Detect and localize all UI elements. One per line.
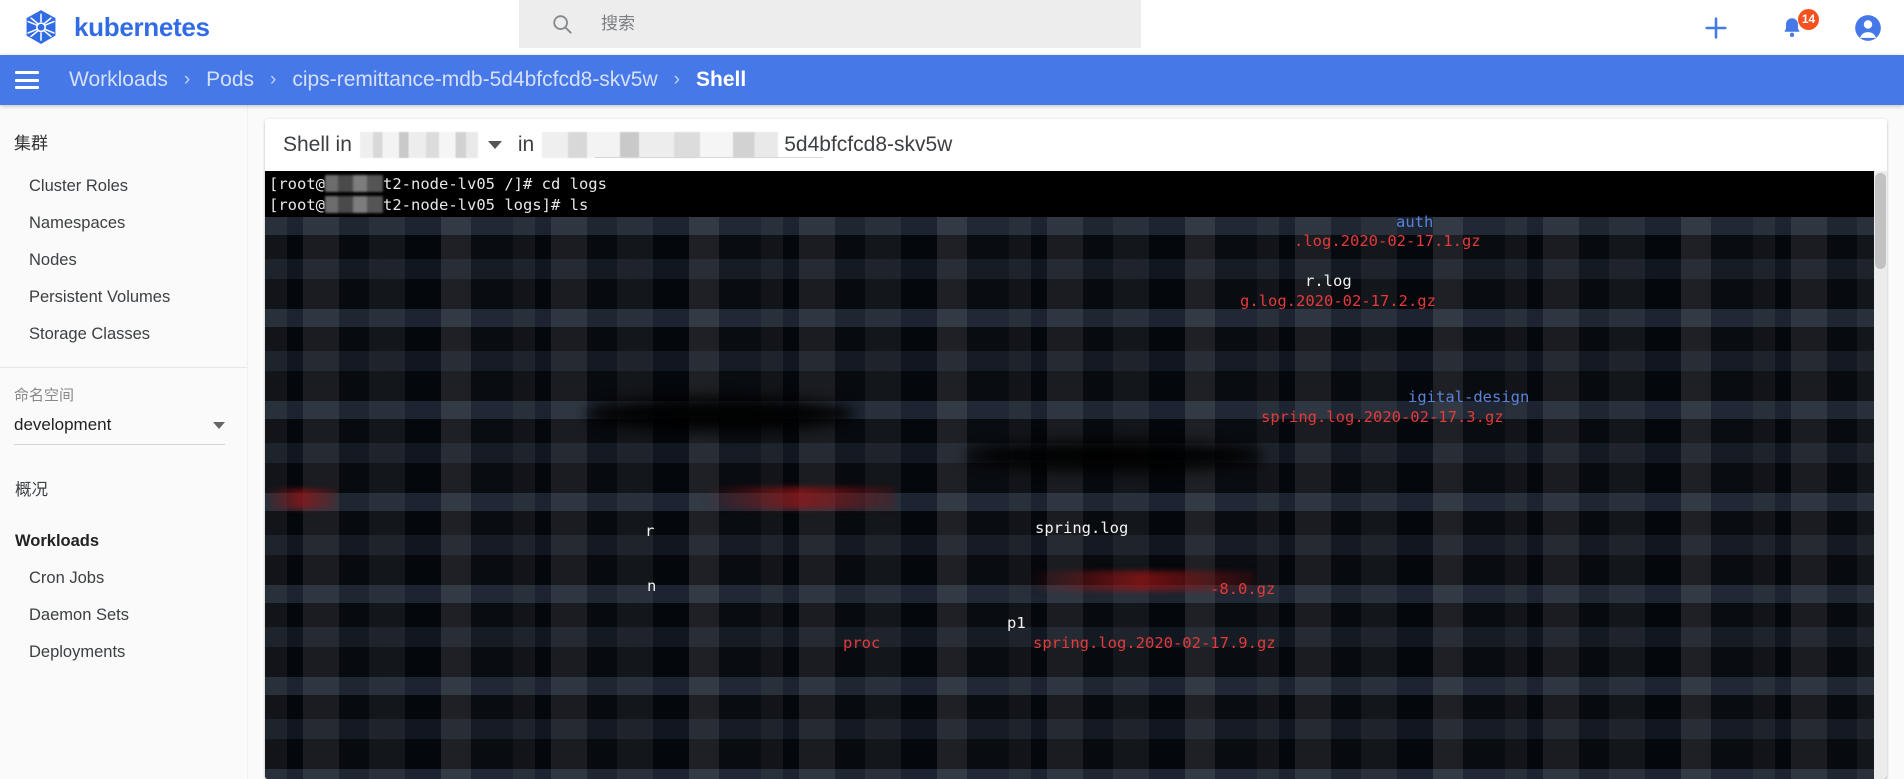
pod-name-redacted [542,132,779,158]
container-select-underline [595,157,823,158]
hamburger-menu-icon[interactable] [15,71,39,89]
terminal-command: ls [569,196,589,214]
notifications-button[interactable]: 14 [1778,8,1819,42]
create-resource-button[interactable] [1702,14,1730,42]
top-bar-actions: 14 [1702,0,1882,55]
sidebar-section-workloads-title[interactable]: Workloads [0,523,247,560]
terminal-line-1: [root@ t2-node-lv05 /]# cd logs [267,174,607,195]
breadcrumb-item-workloads[interactable]: Workloads [69,68,168,92]
sidebar-item-nodes[interactable]: Nodes [0,242,247,279]
terminal-prompt-prefix: [root@ [269,175,325,193]
breadcrumb-item-pod-name[interactable]: cips-remittance-mdb-5d4bfcfcd8-skv5w [292,68,657,92]
redaction-blotch [965,441,1265,471]
terminal-entry-p1: p1 [1007,614,1026,632]
search-icon [553,15,572,34]
terminal-entry-gz-8: -8.0.gz [1210,580,1276,598]
shell-prefix-label: Shell in [283,133,352,156]
search-input[interactable] [601,14,1081,34]
terminal-command: cd logs [541,175,607,193]
brand-name: kubernetes [74,12,210,42]
sidebar-item-namespaces[interactable]: Namespaces [0,205,247,242]
sidebar-item-overview[interactable]: 概况 [0,467,247,509]
shell-header: Shell in in 5d4bfcfcd8-skv5w [265,119,1887,171]
sidebar-item-deployments[interactable]: Deployments [0,634,247,671]
redaction-blotch [585,397,855,431]
terminal-entry-log-gz-1: .log.2020-02-17.1.gz [1294,232,1481,250]
pod-name-visible-tail: 5d4bfcfcd8-skv5w [784,133,953,156]
namespace-selector[interactable]: development [14,411,225,445]
main-content: Shell in in 5d4bfcfcd8-skv5w [root@ t2-no… [248,105,1904,779]
terminal-scrollbar-thumb[interactable] [1875,173,1886,269]
terminal-host-redacted [325,196,383,213]
terminal-host-tail: t2-node-lv05 logs]# [383,196,570,214]
shell-middle-label: in [517,133,535,156]
sidebar-item-persistent-volumes[interactable]: Persistent Volumes [0,279,247,316]
terminal-entry-n: n [647,577,657,595]
terminal-entry-spring-log: spring.log [1035,519,1129,537]
account-button[interactable] [1854,14,1882,42]
plus-icon [1705,16,1727,39]
search-bar[interactable] [519,0,1141,48]
kubernetes-helm-wheel-logo [26,9,56,44]
breadcrumb-separator: › [270,69,277,90]
page-body: 集群 Cluster Roles Namespaces Nodes Persis… [0,105,1904,779]
terminal-prompt-prefix: [root@ [269,196,325,214]
terminal-line-2: [root@ t2-node-lv05 logs]# ls [267,195,588,216]
sidebar-item-cron-jobs[interactable]: Cron Jobs [0,560,247,597]
terminal-output[interactable]: [root@ t2-node-lv05 /]# cd logs [root@ t2-… [265,171,1887,779]
chevron-down-icon [213,421,225,429]
terminal-entry-auth: auth [1396,213,1434,231]
terminal-entry-r-log: r.log [1305,272,1352,290]
sidebar-item-storage-classes[interactable]: Storage Classes [0,316,247,353]
redacted-output-mosaic [265,217,1887,779]
terminal-entry-log-gz-2: g.log.2020-02-17.2.gz [1240,292,1436,310]
terminal-entry-r: r [645,522,655,540]
brand-area[interactable]: kubernetes [0,9,380,47]
notification-count-badge: 14 [1798,8,1819,30]
breadcrumb-bar: Workloads › Pods › cips-remittance-mdb-5… [0,55,1904,105]
sidebar-section-namespace-title: 命名空间 [14,387,75,404]
breadcrumb-item-pods[interactable]: Pods [206,68,254,92]
container-select-chevron-down-icon[interactable] [487,141,502,149]
sidebar-item-cluster-roles[interactable]: Cluster Roles [0,168,247,205]
terminal-scrollbar[interactable] [1874,171,1887,779]
shell-card: Shell in in 5d4bfcfcd8-skv5w [root@ t2-no… [265,119,1887,779]
terminal-host-redacted [325,175,383,192]
redacted-red-band [265,489,337,509]
sidebar-item-daemon-sets[interactable]: Daemon Sets [0,597,247,634]
user-account-icon [1855,14,1881,41]
terminal-host-tail: t2-node-lv05 /]# [383,175,542,193]
sidebar-section-cluster-title: 集群 [14,134,48,153]
breadcrumb-separator: › [673,69,680,90]
terminal-entry-proc: proc [843,634,881,652]
breadcrumb-separator: › [183,69,191,90]
top-app-bar: kubernetes 14 [0,0,1904,55]
redacted-red-band [705,487,895,509]
container-name-redacted [359,132,478,158]
terminal-entry-digital-design: igital-design [1408,388,1530,406]
namespace-selected-value: development [14,415,112,434]
terminal-entry-spring-log-gz-3: spring.log.2020-02-17.3.gz [1261,408,1504,426]
sidebar-navigation: 集群 Cluster Roles Namespaces Nodes Persis… [0,105,248,779]
breadcrumb-item-shell: Shell [695,68,747,91]
terminal-entry-spring-log-gz-9: spring.log.2020-02-17.9.gz [1033,634,1276,652]
